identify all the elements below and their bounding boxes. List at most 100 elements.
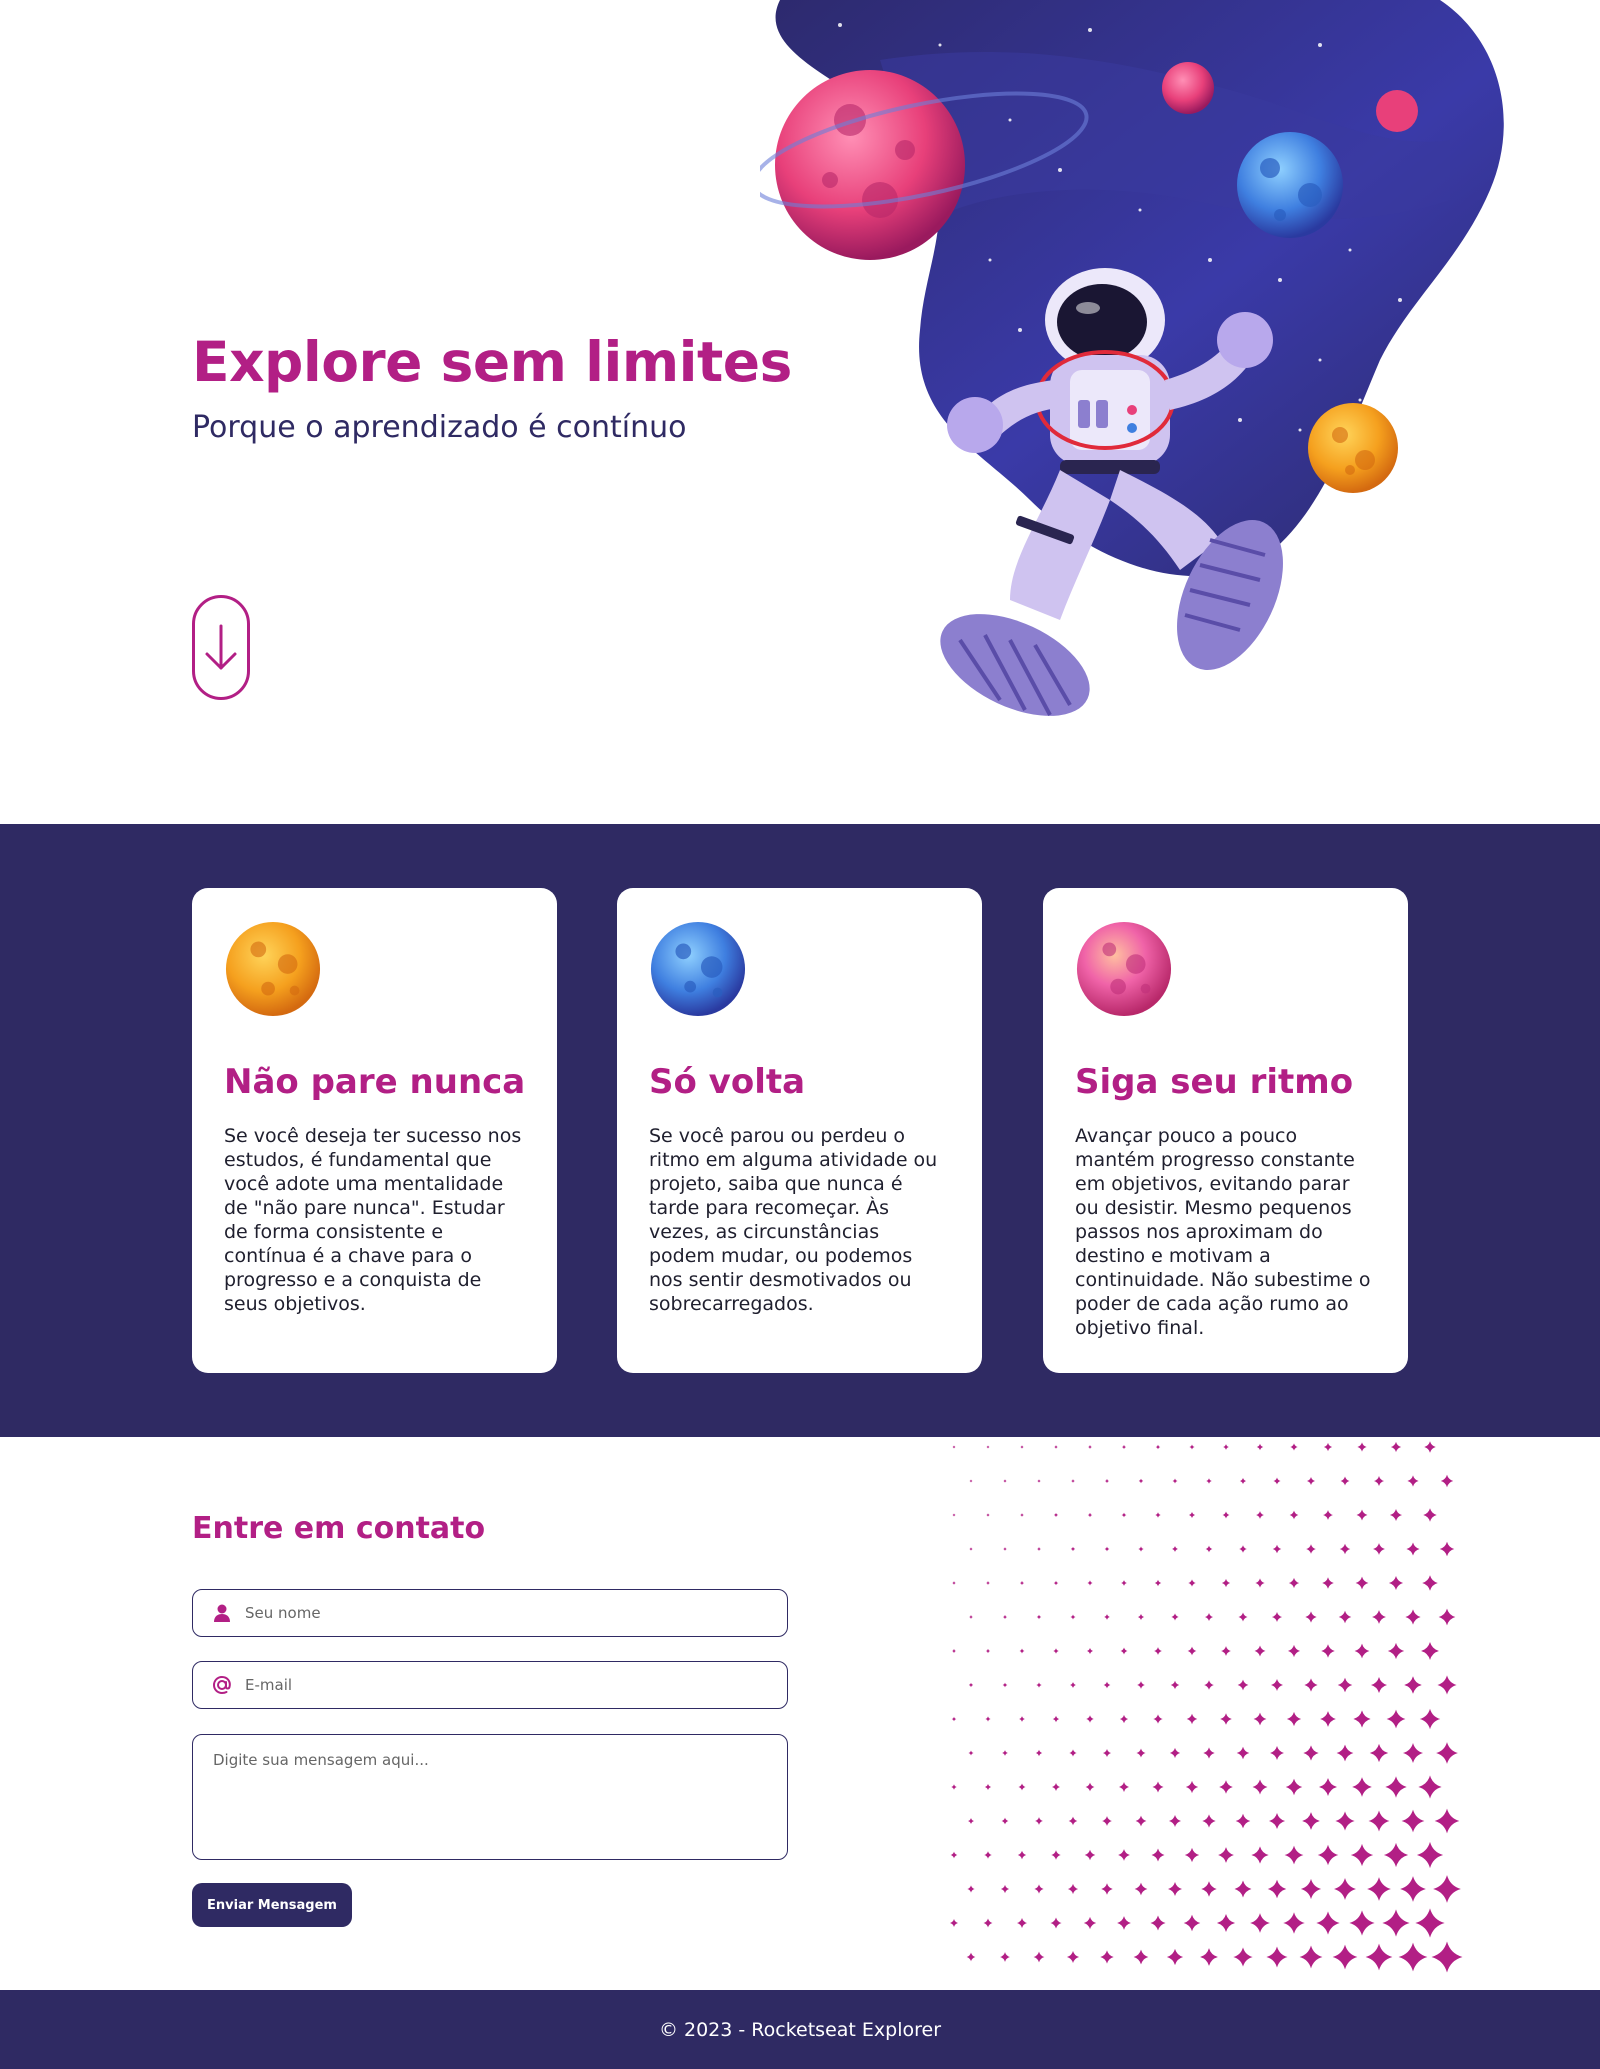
- sparkle-star: [1185, 1780, 1199, 1794]
- sparkle-star: [1216, 1913, 1236, 1933]
- sparkle-star: [1288, 1577, 1300, 1589]
- sparkle-star: [1066, 1950, 1080, 1964]
- sparkle-star: [1069, 1681, 1077, 1689]
- scroll-down-button[interactable]: [192, 595, 250, 700]
- card-title: Siga seu ritmo: [1075, 1062, 1354, 1102]
- sparkle-star: [1433, 1875, 1461, 1903]
- footer-text: © 2023 - Rocketseat Explorer: [658, 2018, 942, 2041]
- sparkle-star: [1405, 1609, 1421, 1625]
- sparkle-star: [1150, 1915, 1166, 1931]
- sparkle-star: [1300, 1878, 1322, 1900]
- sparkle-star: [1352, 1777, 1372, 1797]
- sparkle-star: [1019, 1580, 1025, 1586]
- sparkle-star: [967, 1885, 975, 1893]
- sparkle-star: [1203, 1747, 1215, 1759]
- sparkle-star: [1252, 1779, 1268, 1795]
- sparkle-star: [1068, 1816, 1078, 1826]
- sparkle-star: [1086, 1647, 1094, 1655]
- sparkle-star: [1422, 1575, 1438, 1591]
- sparkle-star: [1305, 1611, 1317, 1623]
- stars-pattern-decoration: [950, 1441, 1463, 1973]
- card-so-volta: Só volta Se você parou ou perdeu o ritmo…: [617, 888, 982, 1373]
- sparkle-star: [986, 1513, 990, 1517]
- sparkle-star: [984, 1851, 992, 1859]
- sparkle-star: [1155, 1444, 1161, 1450]
- sparkle-star: [1003, 1547, 1007, 1551]
- sparkle-star: [1290, 1443, 1298, 1451]
- sparkle-star: [1138, 1546, 1144, 1552]
- sparkle-star: [1350, 1843, 1374, 1867]
- sparkle-star: [1419, 1708, 1441, 1730]
- sparkle-star: [1386, 1709, 1406, 1729]
- sparkle-star: [1155, 1512, 1161, 1518]
- sparkle-star: [1169, 1747, 1181, 1759]
- sparkle-star: [1100, 1950, 1114, 1964]
- sparkle-star: [1355, 1576, 1369, 1590]
- sparkle-star: [1267, 1879, 1287, 1899]
- sparkle-star: [1434, 1808, 1460, 1834]
- hero-section: Explore sem limites Porque o aprendizado…: [0, 0, 1600, 824]
- sparkle-star: [1271, 1679, 1283, 1691]
- sparkle-star: [1002, 1750, 1008, 1756]
- sparkle-star: [985, 1648, 991, 1654]
- sparkle-star: [1033, 1951, 1045, 1963]
- sparkle-star: [1101, 1883, 1113, 1895]
- sparkle-star: [968, 1750, 974, 1756]
- sparkle-star: [1437, 1675, 1457, 1695]
- sparkle-star: [1222, 1511, 1230, 1519]
- email-input[interactable]: [245, 1676, 765, 1694]
- sparkle-star: [1000, 1952, 1010, 1962]
- sparkle-star: [1103, 1681, 1111, 1689]
- sparkle-star: [1322, 1577, 1334, 1589]
- sparkle-star: [1385, 1776, 1407, 1798]
- sparkle-star: [969, 1547, 973, 1551]
- sparkle-star: [1087, 1512, 1093, 1518]
- name-field[interactable]: [192, 1589, 788, 1637]
- sparkle-star: [1088, 1445, 1092, 1449]
- sparkle-star: [1119, 1782, 1129, 1792]
- sparkle-star: [1019, 1648, 1025, 1654]
- sparkle-star: [1357, 1442, 1367, 1452]
- hero-subtitle: Porque o aprendizado é contínuo: [192, 410, 687, 445]
- sparkle-star: [1171, 1613, 1179, 1621]
- sparkle-star: [1321, 1644, 1335, 1658]
- sparkle-star: [1134, 1882, 1148, 1896]
- sparkle-star: [1052, 1715, 1060, 1723]
- sparkle-star: [1239, 1545, 1247, 1553]
- sparkle-star: [1121, 1444, 1127, 1450]
- sparkle-star: [951, 1784, 957, 1790]
- sparkle-star: [1188, 1511, 1196, 1519]
- sparkle-star: [1172, 1478, 1178, 1484]
- sparkle-star: [1238, 1612, 1248, 1622]
- sparkle-star: [1121, 1512, 1127, 1518]
- cards-section: Não pare nunca Se você deseja ter sucess…: [0, 824, 1600, 1437]
- sparkle-star: [1423, 1508, 1437, 1522]
- email-field[interactable]: [192, 1661, 788, 1709]
- sparkle-star: [1438, 1608, 1456, 1626]
- sparkle-star: [1219, 1780, 1233, 1794]
- sparkle-star: [1084, 1849, 1096, 1861]
- sparkle-star: [1235, 1813, 1251, 1829]
- sparkle-star: [1436, 1742, 1458, 1764]
- sparkle-star: [1087, 1580, 1093, 1586]
- sparkle-star: [1187, 1646, 1197, 1656]
- sparkle-star: [1070, 1614, 1076, 1620]
- sparkle-star: [1154, 1647, 1162, 1655]
- sparkle-star: [1037, 1547, 1041, 1551]
- sparkle-star: [1104, 1614, 1110, 1620]
- sparkle-star: [985, 1716, 991, 1722]
- sparkle-star: [1019, 1716, 1025, 1722]
- sparkle-star: [1054, 1513, 1058, 1517]
- message-textarea[interactable]: [192, 1734, 788, 1860]
- name-input[interactable]: [245, 1604, 765, 1622]
- card-title: Só volta: [649, 1062, 806, 1102]
- sparkle-star: [1402, 1742, 1424, 1764]
- sparkle-star: [1204, 1680, 1214, 1690]
- sparkle-star: [1152, 1781, 1164, 1793]
- sparkle-star: [952, 1445, 956, 1449]
- send-message-button[interactable]: Enviar Mensagem: [192, 1883, 352, 1927]
- sparkle-star: [1221, 1646, 1231, 1656]
- sparkle-star: [1218, 1847, 1234, 1863]
- sparkle-star: [1254, 1645, 1266, 1657]
- sparkle-star: [1183, 1914, 1201, 1932]
